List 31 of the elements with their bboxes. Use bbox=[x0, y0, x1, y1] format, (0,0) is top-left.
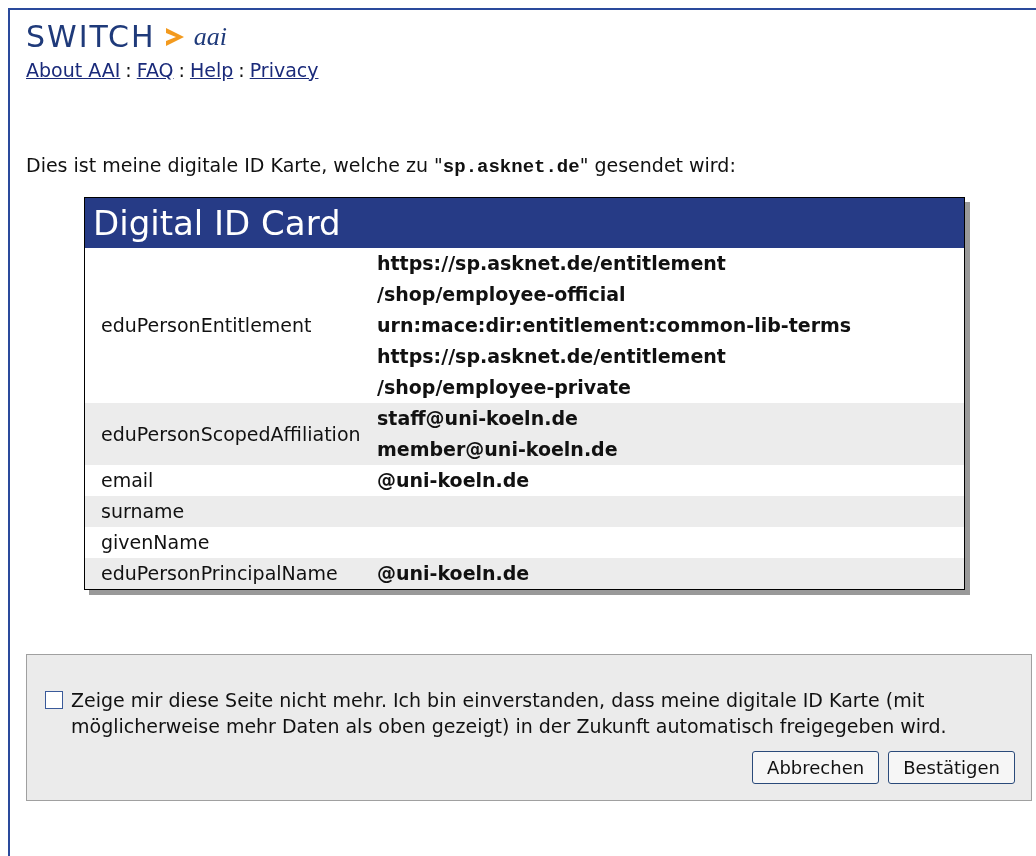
attribute-name: eduPersonPrincipalName bbox=[100, 561, 339, 587]
attribute-name: eduPersonScopedAffiliation bbox=[100, 421, 362, 447]
separator: : bbox=[238, 58, 245, 83]
intro-text: Dies ist meine digitale ID Karte, welche zu "sp.asknet.de" gesendet wird: bbox=[26, 152, 737, 180]
attribute-value: urn:mace:dir:entitlement:common-lib-terms bbox=[377, 313, 852, 338]
nav-link[interactable]: FAQ bbox=[136, 56, 174, 85]
attribute-name: eduPersonEntitlement bbox=[100, 313, 313, 339]
attribute-name: surname bbox=[100, 499, 186, 525]
dialog-button[interactable]: Abbrechen bbox=[752, 751, 880, 784]
attribute-value: @uni-koeln.de bbox=[377, 468, 530, 493]
attribute-value: https://sp.asknet.de/entitlement bbox=[377, 344, 727, 369]
nav-link[interactable]: Privacy bbox=[249, 56, 319, 85]
attribute-value: @uni-koeln.de bbox=[377, 561, 530, 586]
separator: : bbox=[125, 58, 132, 83]
consent-checkbox[interactable] bbox=[45, 691, 63, 709]
card-title: Digital ID Card bbox=[85, 198, 964, 248]
logo-wordmark: SWITCH bbox=[26, 22, 156, 52]
attribute-name: givenName bbox=[100, 530, 211, 556]
chevron-icon bbox=[163, 25, 186, 49]
separator: : bbox=[178, 58, 185, 83]
attribute-value: staff@uni-koeln.de bbox=[377, 406, 579, 431]
attribute-value: /shop/employee-private bbox=[377, 375, 632, 400]
consent-text: Zeige mir diese Seite nicht mehr. Ich bin einverstanden, dass meine digitale ID Karte (mit möglicherweise mehr Daten als oben gezeigt) in der Zukunft automatisch freigegeben wird. bbox=[71, 688, 948, 739]
dialog-button[interactable]: Bestätigen bbox=[888, 751, 1015, 784]
attribute-name: email bbox=[100, 468, 155, 494]
attribute-value: https://sp.asknet.de/entitlement bbox=[377, 251, 727, 276]
nav-link[interactable]: Help bbox=[189, 56, 234, 85]
attribute-value: member@uni-koeln.de bbox=[377, 437, 618, 462]
nav-link[interactable]: About AAI bbox=[26, 56, 121, 85]
logo-product: aai bbox=[193, 24, 227, 50]
attribute-value: /shop/employee-official bbox=[377, 282, 627, 307]
